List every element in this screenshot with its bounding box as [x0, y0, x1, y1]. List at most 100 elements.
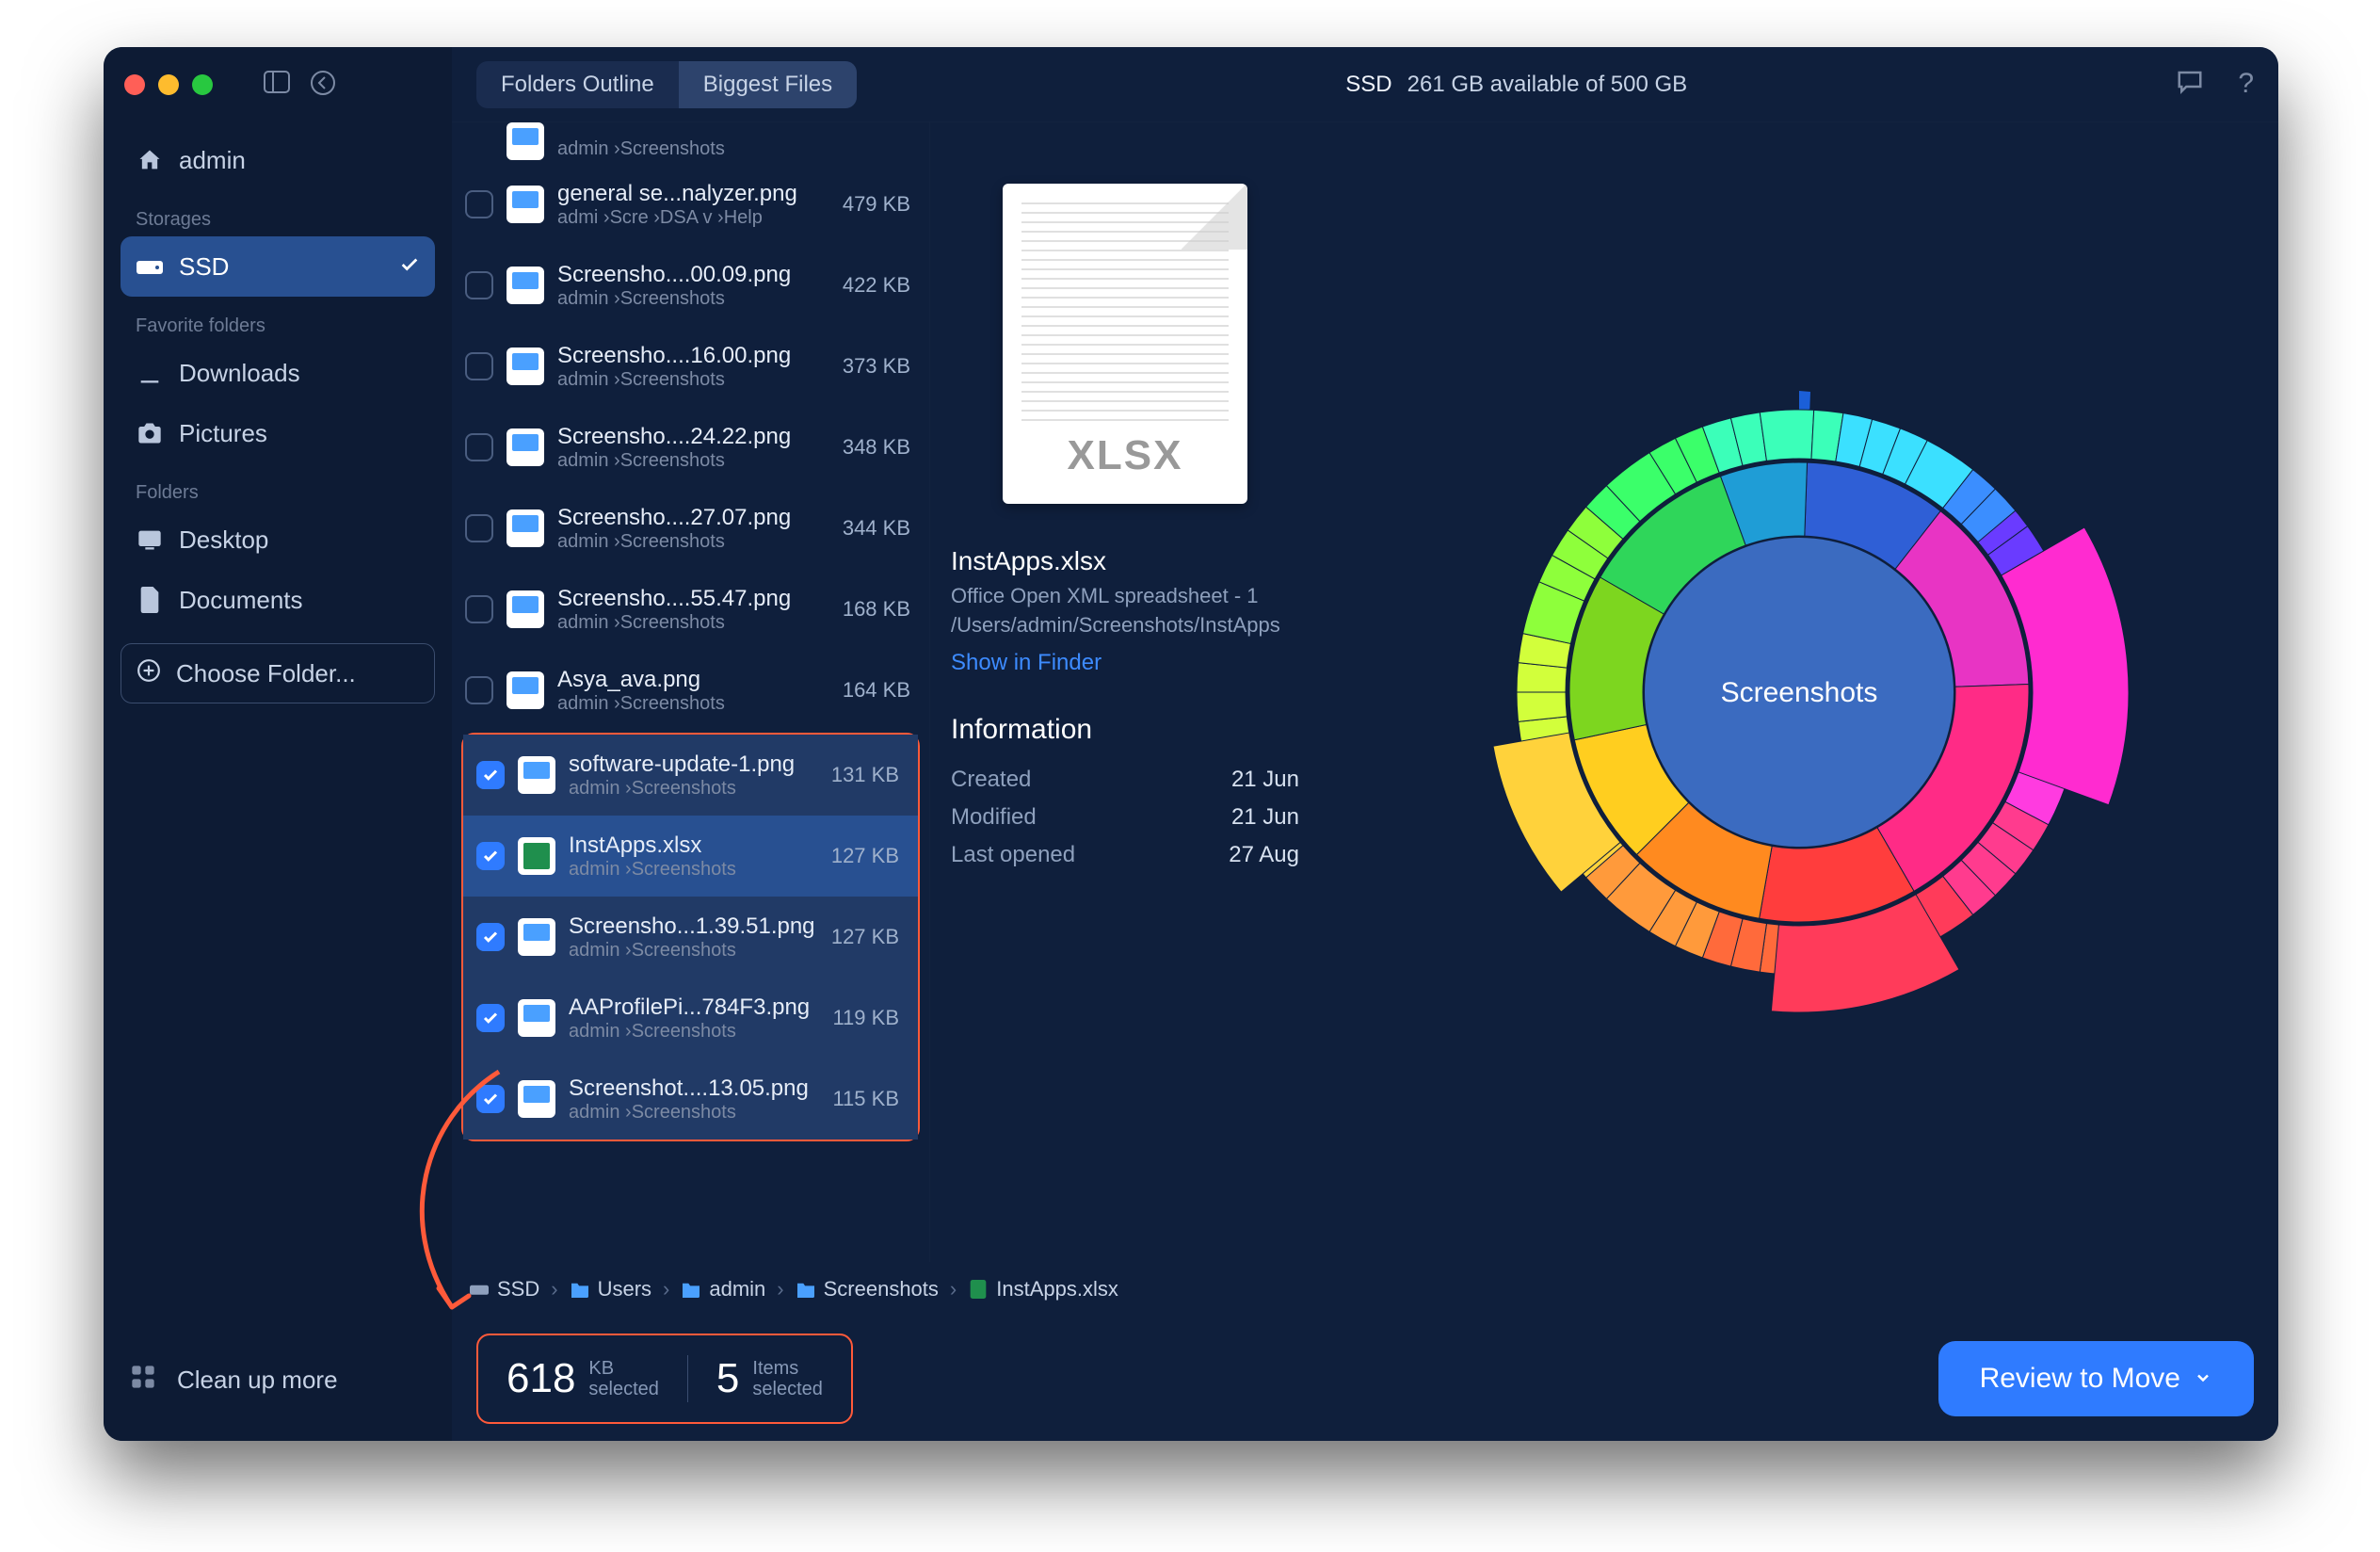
sidebar-item-pictures[interactable]: Pictures — [121, 403, 435, 463]
file-row[interactable]: AAProfilePi...784F3.png admin ›Screensho… — [463, 978, 918, 1059]
breadcrumb-item[interactable]: admin — [681, 1277, 765, 1301]
breadcrumb-label: admin — [709, 1277, 765, 1301]
plus-circle-icon — [137, 658, 161, 689]
info-value: 21 Jun — [1231, 804, 1299, 831]
doc-thumbnail: XLSX — [1003, 184, 1247, 504]
file-row[interactable]: Screensho....16.00.png admin ›Screenshot… — [452, 326, 929, 407]
sunburst-center-label: Screenshots — [1721, 677, 1878, 708]
image-file-icon — [507, 348, 544, 385]
file-path: admin ›Screenshots — [557, 288, 829, 310]
image-file-icon — [507, 509, 544, 547]
file-size: 168 KB — [843, 597, 916, 622]
image-file-icon — [507, 590, 544, 628]
file-row[interactable]: general se...nalyzer.png admi ›Scre ›DSA… — [452, 164, 929, 245]
file-checkbox[interactable] — [465, 514, 493, 542]
detail-path: /Users/admin/Screenshots/InstApps — [951, 611, 1299, 640]
selected-size-number: 618 — [507, 1355, 575, 1402]
breadcrumb-label: InstApps.xlsx — [996, 1277, 1118, 1301]
file-name: Screensho....00.09.png — [557, 262, 829, 288]
file-row[interactable]: software-update-1.png admin ›Screenshots… — [463, 735, 918, 816]
minimize-window-button[interactable] — [158, 74, 179, 95]
file-checkbox[interactable] — [465, 676, 493, 704]
file-path: admin ›Screenshots — [557, 693, 829, 715]
file-name: Asya_ava.png — [557, 667, 829, 693]
breadcrumb-label: Screenshots — [824, 1277, 939, 1301]
file-name: Screensho....55.47.png — [557, 586, 829, 612]
file-size: 348 KB — [843, 435, 916, 460]
file-row[interactable]: Screensho...1.39.51.png admin ›Screensho… — [463, 897, 918, 978]
breadcrumb-item[interactable]: Screenshots — [796, 1277, 939, 1301]
info-value: 21 Jun — [1231, 767, 1299, 793]
xlsx-icon — [968, 1279, 989, 1300]
topbar: Folders Outline Biggest Files SSD 261 GB… — [452, 47, 2278, 122]
file-row[interactable]: InstApps.xlsx admin ›Screenshots 127 KB — [463, 816, 918, 897]
close-window-button[interactable] — [124, 74, 145, 95]
feedback-icon[interactable] — [2176, 68, 2204, 101]
document-icon — [136, 587, 164, 613]
file-row[interactable]: Screensho....24.22.png admin ›Screenshot… — [452, 407, 929, 488]
file-checkbox[interactable] — [465, 190, 493, 218]
sidebar-item-downloads[interactable]: Downloads — [121, 343, 435, 403]
drive-icon — [469, 1279, 490, 1300]
file-path: admin ›Screenshots — [569, 1102, 819, 1124]
file-row[interactable]: Screensho....00.09.png admin ›Screenshot… — [452, 245, 929, 326]
sidebar-section-favfolders: Favorite folders — [121, 297, 435, 343]
review-to-move-button[interactable]: Review to Move — [1938, 1341, 2254, 1416]
file-row[interactable]: Screensho....55.47.png admin ›Screenshot… — [452, 569, 929, 650]
xlsx-file-icon — [518, 837, 555, 875]
summary-drive: SSD — [1345, 72, 1391, 98]
file-size: 373 KB — [843, 354, 916, 379]
sidebar-user[interactable]: admin — [121, 130, 435, 190]
folder-icon — [570, 1279, 590, 1300]
file-row[interactable]: Asya_ava.png admin ›Screenshots 164 KB — [452, 650, 929, 731]
choose-folder-button[interactable]: Choose Folder... — [121, 643, 435, 703]
file-name: Screensho...1.39.51.png — [569, 913, 818, 940]
file-checkbox[interactable] — [476, 761, 505, 789]
info-key: Created — [951, 767, 1031, 793]
file-row[interactable]: Screensho....27.07.png admin ›Screenshot… — [452, 488, 929, 569]
file-size: 422 KB — [843, 273, 916, 298]
file-icon — [507, 122, 544, 160]
breadcrumb-item[interactable]: InstApps.xlsx — [968, 1277, 1118, 1301]
show-in-finder-link[interactable]: Show in Finder — [951, 650, 1102, 676]
image-file-icon — [507, 428, 544, 466]
back-icon[interactable] — [311, 71, 335, 100]
file-name: AAProfilePi...784F3.png — [569, 994, 819, 1021]
file-path: admin ›Screenshots — [569, 1021, 819, 1043]
sidebar-section-folders: Folders — [121, 463, 435, 509]
file-checkbox[interactable] — [465, 271, 493, 299]
file-checkbox[interactable] — [476, 923, 505, 951]
file-checkbox[interactable] — [465, 433, 493, 461]
file-checkbox[interactable] — [465, 595, 493, 623]
sidebar-footer[interactable]: Clean up more — [104, 1328, 452, 1431]
file-name: Screensho....27.07.png — [557, 505, 829, 531]
sidebar-user-label: admin — [179, 146, 246, 175]
file-row[interactable]: Screenshot....13.05.png admin ›Screensho… — [463, 1059, 918, 1140]
image-file-icon — [518, 756, 555, 794]
sidebar-item-desktop[interactable]: Desktop — [121, 509, 435, 570]
breadcrumb-item[interactable]: SSD — [469, 1277, 539, 1301]
view-toggle: Folders Outline Biggest Files — [476, 61, 857, 108]
file-checkbox[interactable] — [476, 1085, 505, 1113]
summary-space: 261 GB available of 500 GB — [1407, 72, 1688, 98]
sunburst-chart[interactable]: Screenshots — [1320, 122, 2278, 1262]
file-checkbox[interactable] — [476, 1004, 505, 1032]
file-path: admin ›Screenshots — [569, 859, 818, 881]
file-checkbox[interactable] — [476, 842, 505, 870]
information-header: Information — [951, 714, 1299, 746]
file-checkbox[interactable] — [465, 352, 493, 380]
sidebar-item-ssd[interactable]: SSD — [121, 236, 435, 297]
sidebar-item-documents[interactable]: Documents — [121, 570, 435, 630]
image-file-icon — [507, 671, 544, 709]
tab-folders-outline[interactable]: Folders Outline — [476, 61, 679, 108]
image-file-icon — [518, 1080, 555, 1118]
tab-biggest-files[interactable]: Biggest Files — [679, 61, 857, 108]
zoom-window-button[interactable] — [192, 74, 213, 95]
file-size: 127 KB — [831, 844, 905, 868]
sidebar-toggle-icon[interactable] — [264, 71, 290, 100]
help-icon[interactable]: ? — [2238, 68, 2254, 101]
file-size: 479 KB — [843, 192, 916, 217]
breadcrumb-item[interactable]: Users — [570, 1277, 651, 1301]
file-size: 115 KB — [832, 1087, 905, 1111]
sidebar-item-label: Desktop — [179, 525, 268, 555]
